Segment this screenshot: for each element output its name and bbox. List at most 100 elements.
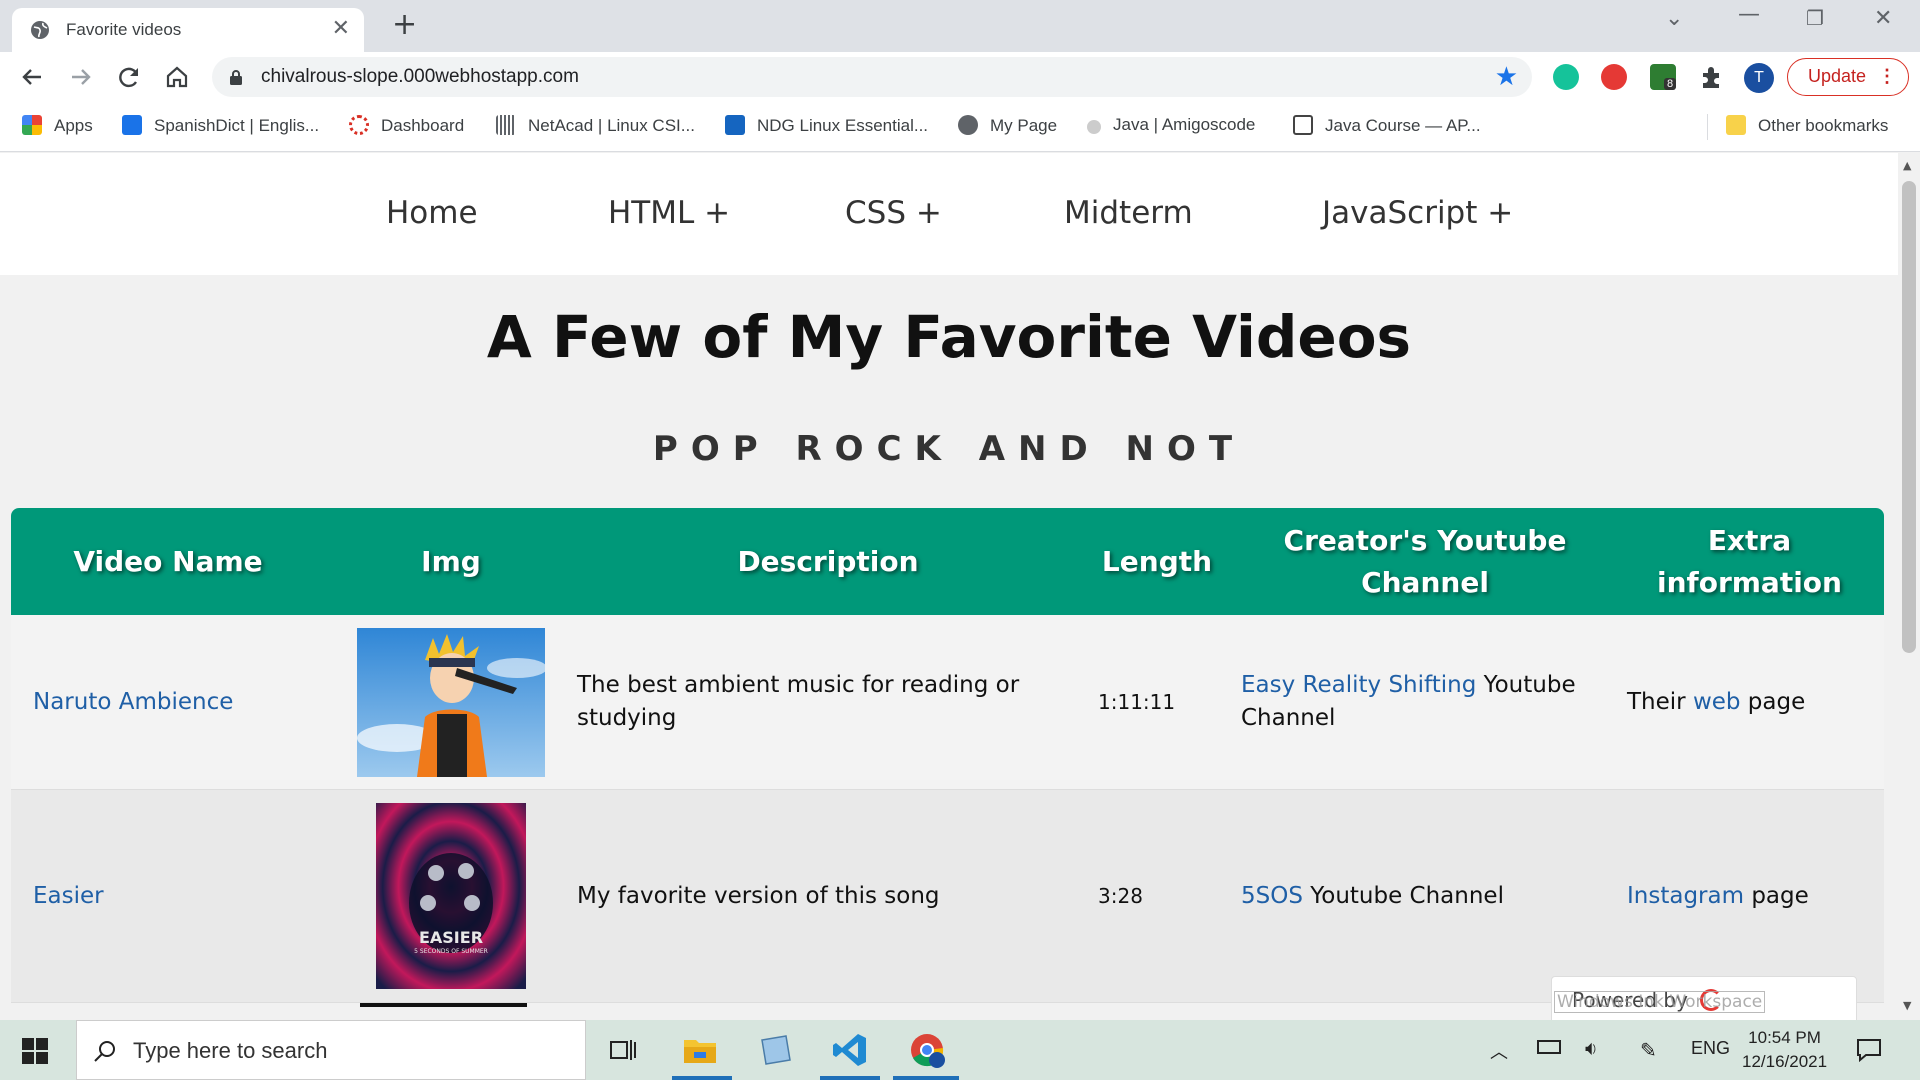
home-icon[interactable] <box>162 62 192 92</box>
windows-taskbar: Type here to search ︿ 🔉︎ ✎ ENG 10:54 PM … <box>0 1020 1920 1080</box>
explorer-active-indicator <box>672 1076 732 1080</box>
vscode-active-indicator <box>820 1076 880 1080</box>
puzzle-icon[interactable] <box>1698 64 1724 90</box>
new-tab-button[interactable]: + <box>392 10 417 40</box>
bookmark-netacad[interactable]: NetAcad | Linux CSI... <box>496 115 695 136</box>
scroll-up-icon[interactable]: ▲ <box>1903 159 1911 172</box>
update-button[interactable]: Update ⋮ <box>1787 58 1909 96</box>
chrome-icon[interactable] <box>907 1030 947 1070</box>
channel-link[interactable]: 5SOS <box>1241 883 1303 909</box>
extension-badge: 8 <box>1664 78 1677 90</box>
nav-javascript[interactable]: JavaScript + <box>1322 195 1513 231</box>
apps-grid-icon <box>22 115 42 135</box>
page-subtitle: POP ROCK AND NOT <box>652 429 1246 469</box>
album-caption: EASIER <box>419 928 483 947</box>
globe-icon <box>31 21 49 39</box>
page-scrollbar[interactable]: ▲ ▼ <box>1898 153 1920 1020</box>
bookmarks-bar: Apps SpanishDict | Englis... Dashboard N… <box>0 102 1920 152</box>
scrollbar-thumb[interactable] <box>1902 181 1916 653</box>
window-close-icon[interactable]: ✕ <box>1874 6 1892 31</box>
header-description: Description <box>737 544 919 578</box>
tab-close-icon[interactable]: ✕ <box>332 17 350 41</box>
bookmark-my-page[interactable]: My Page <box>958 115 1057 136</box>
nav-midterm[interactable]: Midterm <box>1064 195 1193 231</box>
description-cell: The best ambient music for reading or st… <box>577 672 1020 731</box>
nav-css[interactable]: CSS + <box>845 195 942 231</box>
extra-link[interactable]: web <box>1693 689 1741 715</box>
cisco-icon <box>496 115 516 135</box>
browser-tab[interactable]: Favorite videos ✕ <box>12 8 364 52</box>
nav-home[interactable]: Home <box>386 195 478 231</box>
header-img: Img <box>421 544 481 578</box>
bookmark-spanishdict[interactable]: SpanishDict | Englis... <box>122 115 319 136</box>
channel-cell: Easy Reality Shifting Youtube Channel <box>1241 672 1576 731</box>
java-course-icon <box>1293 115 1313 135</box>
tab-strip: Favorite videos ✕ + ⌄ — ❐ ✕ <box>0 0 1920 52</box>
channel-link[interactable]: Easy Reality Shifting <box>1241 672 1476 698</box>
bookmark-dashboard[interactable]: Dashboard <box>349 115 464 136</box>
bookmark-java-course[interactable]: Java Course — AP... <box>1293 115 1481 136</box>
bookmark-amigoscode[interactable]: Java | Amigoscode <box>1087 115 1255 135</box>
windows-start-icon[interactable] <box>22 1038 48 1064</box>
spanishdict-icon <box>122 115 142 135</box>
naruto-thumbnail-image[interactable] <box>357 627 545 777</box>
bookmark-other[interactable]: Other bookmarks <box>1726 115 1888 136</box>
next-row-thumbnail-edge <box>360 1003 527 1007</box>
show-hidden-icons-icon[interactable]: ︿ <box>1490 1038 1508 1064</box>
easier-album-art-image[interactable]: EASIER 5 SECONDS OF SUMMER <box>376 803 526 989</box>
back-icon[interactable] <box>17 62 47 92</box>
profile-avatar[interactable]: T <box>1744 63 1774 93</box>
restore-icon[interactable]: ❐ <box>1806 6 1824 30</box>
video-link[interactable]: Naruto Ambience <box>33 686 233 719</box>
search-icon <box>94 1041 115 1062</box>
menu-dots-icon[interactable]: ⋮ <box>1878 59 1896 94</box>
img-cell <box>325 615 577 789</box>
album-subcaption: 5 SECONDS OF SUMMER <box>414 948 488 955</box>
lock-icon[interactable] <box>229 69 243 85</box>
bookmark-ndg[interactable]: NDG Linux Essential... <box>725 115 928 136</box>
extra-link[interactable]: Instagram <box>1627 883 1744 909</box>
extra-info-cell: Their web page <box>1627 688 1806 715</box>
clock-time: 10:54 PM <box>1748 1028 1821 1047</box>
bookmark-star-icon[interactable]: ★ <box>1495 62 1518 92</box>
browser-toolbar: chivalrous-slope.000webhostapp.com ★ 8 T… <box>0 52 1920 102</box>
volume-icon[interactable]: 🔉︎ <box>1585 1038 1598 1061</box>
bookmarks-divider <box>1707 114 1708 140</box>
language-indicator[interactable]: ENG <box>1691 1038 1730 1059</box>
ndg-icon <box>725 115 745 135</box>
folder-icon <box>1726 115 1746 135</box>
video-name-cell: Naruto Ambience <box>33 615 323 789</box>
url-text[interactable]: chivalrous-slope.000webhostapp.com <box>261 66 579 88</box>
notepad-icon[interactable] <box>756 1030 796 1070</box>
notifications-icon[interactable] <box>1856 1038 1882 1062</box>
task-view-icon[interactable] <box>603 1030 643 1070</box>
shield-extension-icon[interactable]: 8 <box>1650 64 1677 90</box>
pen-icon[interactable]: ✎ <box>1640 1038 1657 1063</box>
taskbar-clock[interactable]: 10:54 PM 12/16/2021 <box>1742 1026 1827 1074</box>
extra-info-cell: Instagram page <box>1627 882 1809 909</box>
extension-red-icon[interactable] <box>1601 64 1627 90</box>
globe-icon <box>958 115 978 135</box>
scroll-down-icon[interactable]: ▼ <box>1903 999 1911 1012</box>
reload-icon[interactable] <box>114 62 144 92</box>
vscode-icon[interactable] <box>830 1030 870 1070</box>
table-row: Naruto Ambience The best ambient music f… <box>11 615 1884 790</box>
header-extra: Extra information <box>1657 523 1842 599</box>
bookmark-apps[interactable]: Apps <box>22 115 93 136</box>
hosting-badge[interactable]: Powered by 000webhost Windows Ink Worksp… <box>1551 976 1857 1020</box>
header-length: Length <box>1101 544 1213 578</box>
table-row: Easier EASIER 5 SECONDS OF SUMMER My fav… <box>11 790 1884 1003</box>
battery-icon[interactable] <box>1537 1040 1561 1054</box>
grammarly-icon[interactable] <box>1553 64 1579 90</box>
forward-icon[interactable] <box>66 62 96 92</box>
video-link[interactable]: Easier <box>33 880 104 913</box>
table-header: Video Name Img Description Length Creato… <box>11 508 1884 615</box>
minimize-icon[interactable]: — <box>1738 2 1760 27</box>
taskbar-search[interactable]: Type here to search <box>76 1020 586 1080</box>
file-explorer-icon[interactable] <box>680 1030 720 1070</box>
amigoscode-icon <box>1087 120 1101 134</box>
nav-html[interactable]: HTML + <box>608 195 730 231</box>
tab-search-icon[interactable]: ⌄ <box>1665 6 1683 31</box>
update-label: Update <box>1808 66 1867 86</box>
address-bar[interactable]: chivalrous-slope.000webhostapp.com ★ <box>212 57 1532 97</box>
